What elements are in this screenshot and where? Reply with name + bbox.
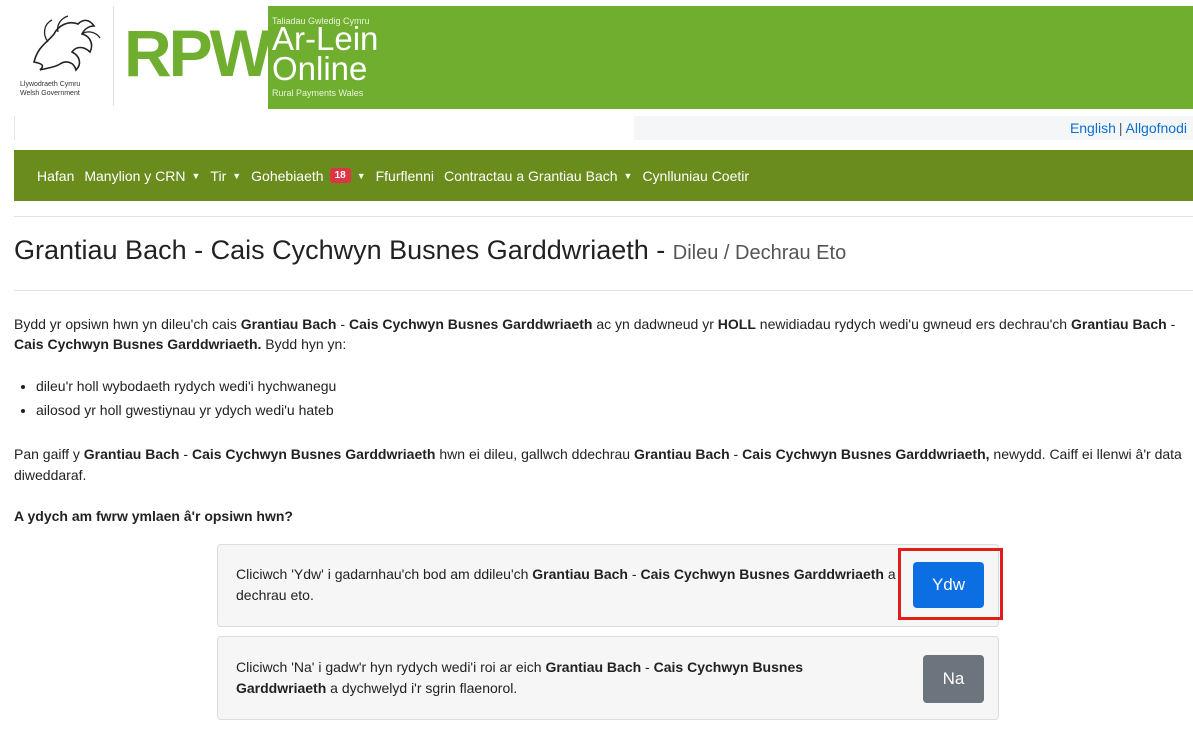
text-bold: Grantiau Bach [532, 566, 628, 582]
highlight-box [898, 548, 1003, 620]
text: Bydd hyn yn: [261, 336, 347, 352]
text-bold: Cais Cychwyn Busnes Garddwriaeth [640, 566, 884, 582]
rpw-logo-text[interactable]: RPW [124, 18, 272, 88]
text-bold: Cais Cychwyn Busnes Garddwriaeth. [14, 336, 262, 352]
confirm-question: A ydych am fwrw ymlaen â'r opsiwn hwn? [14, 508, 293, 524]
nav-manylion-crn[interactable]: Manylion y CRN ▼ [84, 168, 200, 184]
nav-label: Tir [210, 167, 227, 184]
divider [14, 290, 1193, 291]
list-item: dileu'r holl wybodaeth rydych wedi'i hyc… [36, 374, 336, 398]
notification-badge: 18 [329, 168, 351, 183]
site-header: Llywodraeth Cymru Welsh Government RPW T… [0, 0, 1193, 109]
text-bold: Grantiau Bach [83, 446, 180, 462]
text: a dychwelyd i'r sgrin flaenorol. [326, 680, 518, 696]
confirm-no-card: Cliciwch 'Na' i gadw'r hyn rydych wedi'i… [217, 636, 999, 720]
intro-paragraph: Bydd yr opsiwn hwn yn dileu'ch cais Gran… [14, 314, 1184, 354]
text: ac yn dadwneud yr [592, 316, 718, 332]
info-paragraph: Pan gaiff y Grantiau Bach - Cais Cychwyn… [14, 444, 1184, 486]
text: Bydd yr opsiwn hwn yn dileu'ch cais [14, 316, 241, 332]
text-bold: Grantiau Bach [240, 316, 337, 332]
text: - [336, 316, 349, 332]
main-nav: Hafan Manylion y CRN ▼ Tir ▼ Gohebiaeth 18 ▼… [14, 150, 1193, 201]
rpw-tagline-en: Rural Payments Wales [272, 88, 364, 98]
text-bold: Cais Cychwyn Busnes Garddwriaeth, [742, 446, 990, 462]
nav-hafan[interactable]: Hafan [37, 168, 74, 184]
page-subtitle: Dileu / Dechrau Eto [672, 242, 847, 264]
page-title: Grantiau Bach - Cais Cychwyn Busnes Gard… [14, 232, 846, 271]
no-button[interactable]: Na [923, 655, 984, 703]
text: - [729, 446, 743, 462]
text: newidiadau rydych wedi'u gwneud ers dech… [755, 316, 1071, 332]
nav-cynlluniau-coetir[interactable]: Cynlluniau Coetir [642, 168, 749, 184]
nav-label: Hafan [37, 167, 75, 184]
nav-ffurflenni[interactable]: Ffurflenni [376, 168, 434, 184]
english-link[interactable]: English [1070, 120, 1116, 136]
nav-label: Manylion y CRN [84, 167, 186, 184]
text: Cliciwch 'Ydw' i gadarnhau'ch bod am ddi… [236, 566, 533, 582]
text: - [179, 446, 192, 462]
text-bold: Grantiau Bach [633, 446, 730, 462]
confirm-yes-card: Cliciwch 'Ydw' i gadarnhau'ch bod am ddi… [217, 544, 999, 627]
text-bold: Grantiau Bach [545, 659, 642, 675]
caret-down-icon: ▼ [356, 170, 366, 181]
text: Pan gaiff y [14, 446, 84, 462]
lang-bar-spacer [14, 116, 634, 140]
text-bold: Cais Cychwyn Busnes Garddwriaeth [191, 446, 436, 462]
nav-tir[interactable]: Tir ▼ [210, 168, 241, 184]
caret-down-icon: ▼ [191, 170, 201, 181]
yes-card-text: Cliciwch 'Ydw' i gadarnhau'ch bod am ddi… [236, 564, 896, 606]
text: Cliciwch 'Na' i gadw'r hyn rydych wedi'i… [236, 659, 546, 675]
gov-name-en: Welsh Government [20, 90, 80, 97]
text-bold: Cais Cychwyn Busnes Garddwriaeth [348, 316, 593, 332]
list-item: ailosod yr holl gwestiynau yr ydych wedi… [36, 398, 336, 422]
nav-label: Gohebiaeth [251, 167, 324, 184]
no-card-text: Cliciwch 'Na' i gadw'r hyn rydych wedi'i… [236, 657, 896, 699]
welsh-government-logo[interactable]: Llywodraeth Cymru Welsh Government [14, 6, 114, 106]
nav-label: Ffurflenni [375, 167, 434, 184]
text: - [628, 566, 641, 582]
gov-name-cy: Llywodraeth Cymru [20, 81, 81, 88]
caret-down-icon: ▼ [623, 170, 633, 181]
nav-label: Cynlluniau Coetir [642, 167, 750, 184]
page-title-main: Grantiau Bach - Cais Cychwyn Busnes Gard… [14, 235, 673, 265]
dragon-icon [33, 15, 101, 72]
nav-label: Contractau a Grantiau Bach [443, 167, 618, 184]
text-bold: HOLL [717, 316, 756, 332]
text: - [1166, 316, 1176, 332]
caret-down-icon: ▼ [232, 170, 242, 181]
language-bar: English | Allgofnodi [634, 116, 1193, 140]
rpw-online: Online [272, 50, 368, 87]
text-bold: Grantiau Bach [1070, 316, 1167, 332]
effects-list: dileu'r holl wybodaeth rydych wedi'i hyc… [14, 374, 336, 422]
logout-link[interactable]: Allgofnodi [1126, 120, 1188, 136]
lang-separator: | [1118, 120, 1123, 136]
nav-contractau[interactable]: Contractau a Grantiau Bach ▼ [444, 168, 632, 184]
text: hwn ei dileu, gallwch ddechrau [435, 446, 634, 462]
nav-gohebiaeth[interactable]: Gohebiaeth 18 ▼ [251, 168, 365, 184]
text: - [641, 659, 654, 675]
divider [14, 216, 1193, 217]
